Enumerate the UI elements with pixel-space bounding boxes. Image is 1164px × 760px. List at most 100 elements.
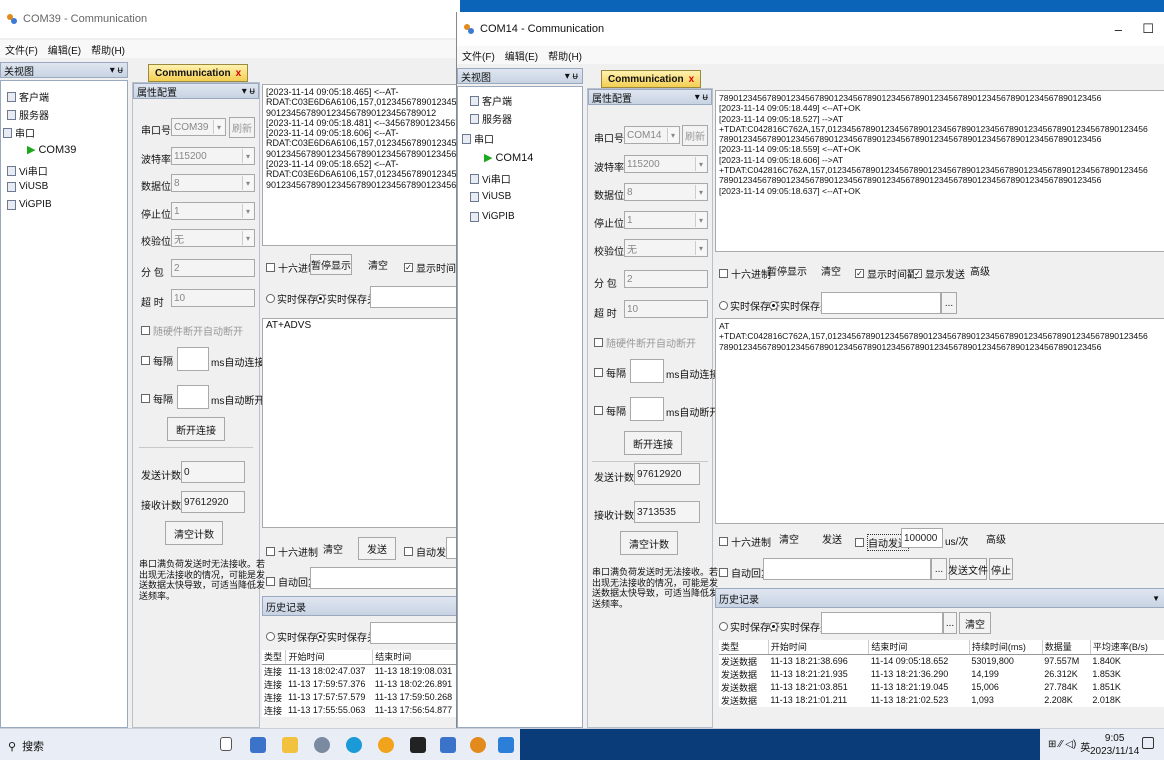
history-path-input[interactable] [370, 622, 460, 644]
file-explorer-icon[interactable] [282, 737, 298, 753]
table-row[interactable]: 连接 11-13 17:57:57.579 11-13 17:59:50.268 [262, 691, 460, 704]
edge-browser-icon[interactable] [346, 737, 362, 753]
save-path-input[interactable] [370, 286, 460, 308]
timeout-input[interactable]: 10 [624, 300, 708, 318]
tree-item-vi-serial[interactable]: Vi串口 [7, 163, 48, 178]
table-row[interactable]: 连接 11-13 18:02:47.037 11-13 18:19:08.031 [262, 664, 460, 678]
pen-app-icon[interactable] [498, 737, 514, 753]
pin-icon[interactable]: ▾ ᵾ [565, 71, 578, 82]
stop-button[interactable]: 停止 [989, 558, 1013, 580]
tree-item-server[interactable]: 服务器 [470, 111, 512, 126]
show-time-checkbox[interactable]: ✓显示时间戳 [855, 266, 917, 281]
show-time-checkbox[interactable]: ✓显示时间戳 [404, 260, 460, 275]
auto-connect-interval-input[interactable] [177, 347, 209, 371]
network-app-icon[interactable] [250, 737, 266, 753]
clear-count-button[interactable]: 清空计数 [620, 531, 678, 555]
table-row[interactable]: 发送数据 11-13 18:21:03.851 11-13 18:21:19.045… [719, 681, 1164, 694]
left-titlebar[interactable]: COM39 - Communication [0, 0, 460, 38]
menu-file[interactable]: 文件(F) [462, 48, 495, 63]
receive-log[interactable]: 7890123456789012345678901234567890123456… [715, 90, 1164, 252]
advanced-button[interactable]: 高级 [965, 260, 995, 281]
packet-input[interactable]: 2 [171, 259, 255, 277]
tree-item-server[interactable]: 服务器 [7, 107, 49, 122]
refresh-button[interactable]: 刷新 [682, 125, 708, 146]
table-row[interactable]: 发送数据 11-13 18:21:01.211 11-13 18:21:02.523… [719, 694, 1164, 707]
auto-disconnect-interval-checkbox[interactable]: 每隔 [594, 403, 626, 418]
history-save-off-radio[interactable]: 实时保存关 [316, 629, 377, 644]
send-advanced-button[interactable]: 高级 [981, 528, 1011, 549]
port-select[interactable]: COM39 ▾ [171, 118, 226, 136]
table-row[interactable]: 发送数据 11-13 18:21:38.696 11-14 09:05:18.652… [719, 654, 1164, 668]
send-hex-checkbox[interactable]: 十六进制 [719, 534, 771, 549]
receive-log[interactable]: [2023-11-14 09:05:18.465] <--AT- RDAT:C0… [262, 84, 460, 246]
auto-disconnect-checkbox[interactable]: 随硬件断开自动断开 [141, 323, 243, 338]
auto-disconnect-interval-input[interactable] [630, 397, 664, 421]
send-button[interactable]: 发送 [358, 537, 396, 560]
column-header[interactable]: 开始时间 [285, 650, 374, 665]
maximize-button[interactable]: ☐ [1142, 21, 1154, 37]
tree-item-client[interactable]: 客户端 [470, 93, 512, 108]
pin-icon[interactable]: ▾ ᵾ [110, 65, 123, 76]
column-header[interactable]: 平均速率(B/s) [1090, 640, 1164, 655]
hex-checkbox[interactable]: 十六进制 [719, 266, 771, 281]
column-header[interactable]: 持续时间(ms) [969, 640, 1043, 655]
clock[interactable]: 9:05 2023/11/14 [1090, 732, 1139, 758]
port-select[interactable]: COM14 ▾ [624, 126, 680, 144]
notification-icon[interactable] [1142, 737, 1154, 749]
stopbits-select[interactable]: 1 ▾ [624, 211, 708, 229]
parity-select[interactable]: 无 ▾ [624, 239, 708, 257]
tree-item-client[interactable]: 客户端 [7, 89, 49, 104]
chart-app-icon[interactable] [440, 737, 456, 753]
show-send-checkbox[interactable]: ✓ 显示发送 [913, 266, 965, 281]
parity-select[interactable]: 无 ▾ [171, 229, 255, 247]
auto-reply-input[interactable] [763, 558, 931, 580]
send-clear-button[interactable]: 清空 [773, 528, 805, 549]
tree-item-serial[interactable]: 串口 [462, 131, 494, 146]
refresh-button[interactable]: 刷新 [229, 117, 255, 138]
tree-item-vigpib[interactable]: ViGPIB [470, 211, 515, 222]
disconnect-button[interactable]: 断开连接 [167, 417, 225, 441]
auto-reply-browse-button[interactable]: ... [931, 558, 947, 580]
tree-item-com39[interactable]: ▶ COM39 [27, 143, 76, 157]
clear-button[interactable]: 清空 [358, 254, 398, 275]
menu-help[interactable]: 帮助(H) [548, 48, 582, 63]
task-view-icon[interactable] [220, 737, 232, 751]
auto-connect-interval-input[interactable] [630, 359, 664, 383]
tree-item-viusb[interactable]: ViUSB [7, 181, 48, 192]
menu-edit[interactable]: 编辑(E) [48, 42, 81, 57]
send-input[interactable]: AT +TDAT:C042816C762A,157,01234567890123… [715, 318, 1164, 524]
auto-disconnect-interval-checkbox[interactable]: 每隔 [141, 391, 173, 406]
tab-communication[interactable]: Communication x [601, 70, 702, 88]
menu-help[interactable]: 帮助(H) [91, 42, 125, 57]
app-icon-gray[interactable] [314, 737, 330, 753]
auto-disconnect-interval-input[interactable] [177, 385, 209, 409]
send-button[interactable]: 发送 [815, 528, 849, 549]
pin-icon[interactable]: ▾ ᵾ [242, 86, 255, 97]
terminal-icon[interactable] [410, 737, 426, 753]
menu-file[interactable]: 文件(F) [5, 42, 38, 57]
column-header[interactable]: 类型 [719, 640, 769, 655]
send-clear-button[interactable]: 清空 [316, 538, 350, 559]
column-header[interactable]: 结束时间 [372, 650, 460, 665]
tree-item-vi-serial[interactable]: Vi串口 [470, 171, 511, 186]
baud-select[interactable]: 115200 ▾ [624, 155, 708, 173]
save-path-input[interactable] [821, 292, 941, 314]
tab-close-icon[interactable]: x [689, 74, 695, 85]
column-header[interactable]: 结束时间 [868, 640, 970, 655]
tree-item-viusb[interactable]: ViUSB [470, 191, 511, 202]
send-hex-checkbox[interactable]: 十六进制 [266, 544, 318, 559]
column-header[interactable]: 数据量 [1042, 640, 1091, 655]
pause-button[interactable]: 暂停显示 [765, 260, 809, 281]
clear-count-button[interactable]: 清空计数 [165, 521, 223, 545]
clear-button[interactable]: 清空 [813, 260, 849, 281]
chevron-down-icon[interactable]: ▼ [1152, 594, 1160, 603]
send-input[interactable]: AT+ADVS [262, 318, 460, 528]
auto-reply-input[interactable] [310, 567, 460, 589]
send-file-button[interactable]: 发送文件 [948, 558, 988, 580]
menu-edit[interactable]: 编辑(E) [505, 48, 538, 63]
packet-input[interactable]: 2 [624, 270, 708, 288]
history-clear-button[interactable]: 清空 [959, 612, 991, 634]
tree-item-vigpib[interactable]: ViGPIB [7, 199, 52, 210]
timeout-input[interactable]: 10 [171, 289, 255, 307]
auto-disconnect-checkbox[interactable]: 随硬件断开自动断开 [594, 335, 696, 350]
